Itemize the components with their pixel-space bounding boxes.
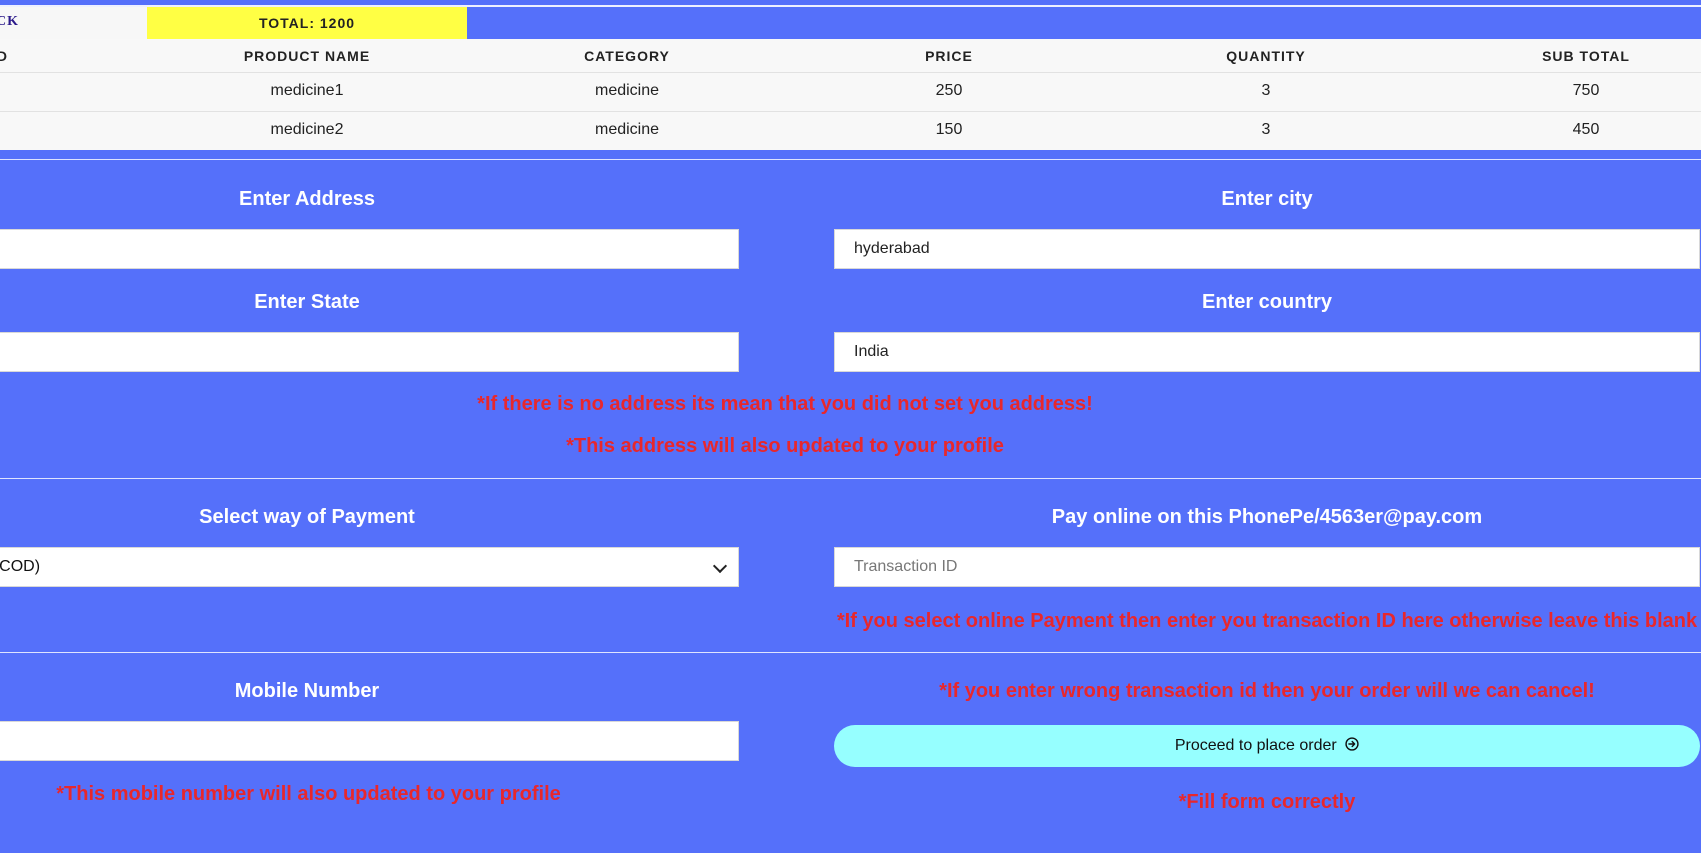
column-header-product-name: PRODUCT NAME: [243, 48, 371, 64]
section-divider: [0, 478, 1701, 479]
payment-method-select[interactable]: Cash on Delivery(COD): [0, 547, 739, 587]
column-header-sub-total: SUB TOTAL: [1542, 48, 1630, 64]
product-name-cell: medicine1: [270, 82, 344, 99]
circle-arrow-right-icon: [1345, 737, 1359, 751]
section-divider: [0, 652, 1701, 653]
sub-total-cell: 450: [1572, 121, 1600, 138]
country-input[interactable]: India: [834, 332, 1700, 372]
proceed-label: Proceed to place order: [1174, 737, 1337, 754]
quantity-cell: 3: [1261, 121, 1271, 138]
mobile-number-input[interactable]: [0, 721, 739, 761]
online-payment-label: Pay online on this PhonePe/4563er@pay.co…: [1051, 506, 1483, 528]
back-link[interactable]: BACK: [0, 7, 147, 39]
address-profile-warning: *This address will also updated to your …: [566, 435, 1004, 457]
proceed-to-place-order-button[interactable]: Proceed to place order: [834, 725, 1700, 767]
sub-total-cell: 750: [1572, 82, 1600, 99]
table-header-divider: [0, 72, 1701, 73]
payment-method-selected: Cash on Delivery(COD): [0, 558, 41, 575]
transaction-id-warning: *If you select online Payment then enter…: [836, 610, 1698, 632]
no-address-warning: *If there is no address its mean that yo…: [477, 393, 1093, 415]
fill-form-warning: *Fill form correctly: [1178, 791, 1356, 813]
city-label: Enter city: [1221, 188, 1313, 210]
mobile-profile-warning: *This mobile number will also updated to…: [56, 783, 561, 805]
price-cell: 250: [935, 82, 963, 99]
address-input[interactable]: [0, 229, 739, 269]
city-input[interactable]: hyderabad: [834, 229, 1700, 269]
table-row-divider: [0, 111, 1701, 112]
section-divider: [0, 159, 1701, 160]
back-label: BACK: [0, 14, 19, 29]
order-total: TOTAL: 1200: [147, 7, 467, 39]
category-cell: medicine: [594, 82, 660, 99]
transaction-id-input[interactable]: Transaction ID: [834, 547, 1700, 587]
country-label: Enter country: [1201, 291, 1333, 313]
column-header-id: ID: [0, 48, 8, 64]
mobile-number-label: Mobile Number: [234, 680, 380, 702]
payment-method-label: Select way of Payment: [199, 506, 415, 528]
quantity-cell: 3: [1261, 82, 1271, 99]
state-input[interactable]: [0, 332, 739, 372]
price-cell: 150: [935, 121, 963, 138]
state-label: Enter State: [254, 291, 360, 313]
wrong-transaction-warning: *If you enter wrong transaction id then …: [939, 680, 1595, 702]
category-cell: medicine: [594, 121, 660, 138]
product-name-cell: medicine2: [270, 121, 344, 138]
column-header-price: PRICE: [925, 48, 973, 64]
column-header-category: CATEGORY: [584, 48, 670, 64]
chevron-down-icon: [712, 558, 728, 574]
column-header-quantity: QUANTITY: [1226, 48, 1306, 64]
address-label: Enter Address: [239, 188, 375, 210]
